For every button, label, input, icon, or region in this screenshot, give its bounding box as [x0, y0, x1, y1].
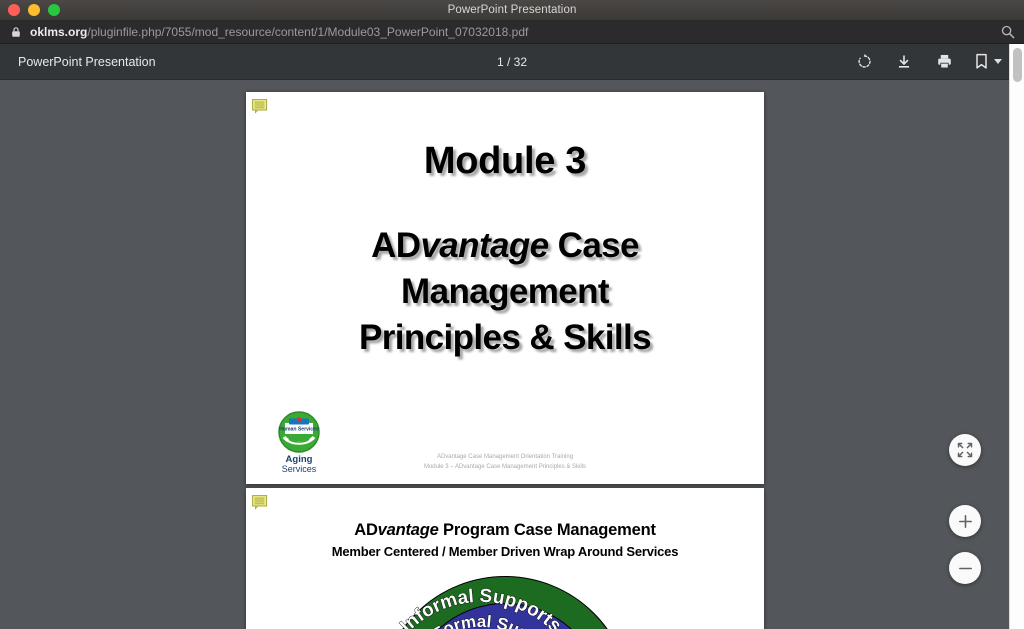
bookmark-icon	[976, 53, 987, 69]
slide1-body-line1: ADvantage Case	[246, 223, 764, 269]
window-title: PowerPoint Presentation	[447, 4, 577, 16]
window-titlebar: PowerPoint Presentation	[0, 0, 1024, 21]
svg-text:Human Services: Human Services	[279, 426, 319, 432]
rotate-icon	[857, 53, 871, 68]
rotate-button[interactable]	[854, 52, 874, 72]
slide2-title: ADvantage Program Case Management	[246, 521, 764, 540]
formal-supports-label: Formal Sup	[429, 612, 533, 629]
chevron-down-icon	[994, 59, 1002, 64]
url-path: /pluginfile.php/7055/mod_resource/conten…	[87, 25, 529, 39]
slide1-case: Case	[548, 226, 640, 265]
zoom-in-button[interactable]	[949, 505, 981, 537]
slide2-subtitle: Member Centered / Member Driven Wrap Aro…	[331, 544, 679, 559]
fit-to-page-button[interactable]	[949, 434, 981, 466]
note-annotation-icon[interactable]	[252, 99, 269, 114]
slide1-vantage: vantage	[420, 226, 549, 265]
slide1-footer-line2: Module 3 – ADvantage Case Management Pri…	[423, 463, 587, 470]
slide1-body-line3: Principles & Skills	[358, 318, 652, 358]
url-text[interactable]: oklms.org/pluginfile.php/7055/mod_resour…	[30, 25, 1000, 39]
slide1-body: ADvantage Case Management Principles & S…	[246, 223, 764, 362]
pdf-page-2[interactable]: ADvantage Program Case Management Member…	[246, 488, 764, 629]
wrap-around-services-diagram: Informal Supports Formal Sup	[355, 576, 655, 629]
scrollbar-thumb[interactable]	[1013, 48, 1022, 82]
pdf-page-viewport[interactable]: Module 3 ADvantage Case Management Princ…	[0, 81, 1012, 629]
pdf-viewer-toolbar: PowerPoint Presentation 1 / 32	[0, 44, 1024, 80]
download-button[interactable]	[894, 52, 914, 72]
pdf-page-1[interactable]: Module 3 ADvantage Case Management Princ…	[246, 92, 764, 484]
plus-icon	[958, 514, 972, 528]
lock-icon	[12, 27, 20, 37]
vertical-scrollbar[interactable]	[1009, 44, 1024, 629]
fit-to-page-icon	[957, 442, 973, 458]
slide2-vantage: vantage	[377, 521, 439, 539]
note-annotation-icon[interactable]	[252, 495, 269, 510]
url-domain: oklms.org	[30, 25, 88, 39]
human-services-badge-icon: Human Services	[278, 410, 320, 453]
slide2-title-rest: Program Case Management	[438, 521, 656, 539]
minus-icon	[958, 567, 972, 569]
slide1-footer-line1: ADvantage Case Management Orientation Tr…	[436, 454, 574, 461]
download-icon	[898, 54, 910, 68]
zoom-out-button[interactable]	[949, 552, 981, 584]
print-icon	[937, 54, 951, 69]
slide1-body-line2: Management	[401, 272, 610, 312]
address-bar[interactable]: oklms.org/pluginfile.php/7055/mod_resour…	[0, 21, 1024, 44]
slide1-ad: AD	[371, 226, 421, 265]
search-icon[interactable]	[1000, 24, 1016, 40]
zoom-control-group	[949, 434, 981, 584]
slide2-ad: AD	[354, 521, 378, 539]
formal-supports-text: Formal Sup	[429, 612, 533, 629]
browser-window: PowerPoint Presentation oklms.org/plugin…	[0, 0, 1024, 629]
bookmark-button[interactable]	[974, 53, 1002, 70]
slide1-title: Module 3	[423, 140, 587, 182]
svg-text:Formal Sup: Formal Sup	[429, 612, 533, 629]
pdf-toolbar-actions	[854, 52, 1024, 72]
slide1-footer: ADvantage Case Management Orientation Tr…	[246, 453, 764, 472]
print-button[interactable]	[934, 52, 954, 72]
pdf-document-name: PowerPoint Presentation	[18, 54, 156, 69]
